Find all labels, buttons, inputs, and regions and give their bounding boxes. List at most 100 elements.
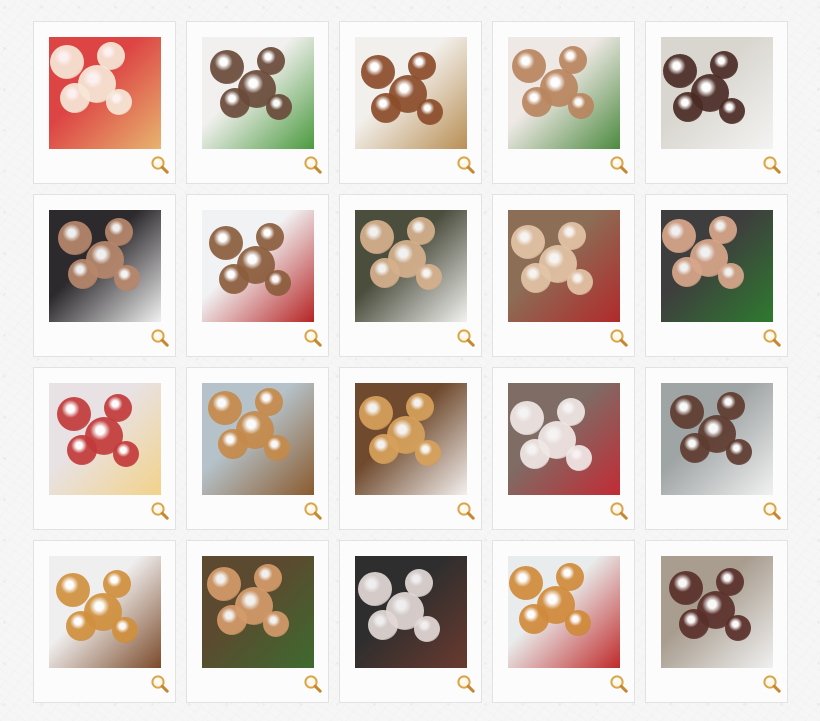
magnifier-icon[interactable] <box>303 501 323 521</box>
magnifier-icon[interactable] <box>609 155 629 175</box>
gallery-thumbnail-card[interactable] <box>33 367 176 530</box>
gallery-thumbnail-card[interactable] <box>645 540 788 703</box>
gallery-photo[interactable] <box>49 37 161 149</box>
gallery-photo[interactable] <box>508 383 620 495</box>
gallery-thumbnail-card[interactable] <box>186 21 329 184</box>
magnifier-icon[interactable] <box>303 155 323 175</box>
magnifier-icon[interactable] <box>150 328 170 348</box>
magnifier-icon[interactable] <box>150 155 170 175</box>
photo-gallery-grid <box>33 21 790 705</box>
gallery-thumbnail-card[interactable] <box>33 194 176 357</box>
photo-detail <box>673 92 703 122</box>
photo-detail <box>718 263 744 289</box>
magnifier-icon[interactable] <box>609 674 629 694</box>
photo-detail <box>662 219 696 253</box>
gallery-thumbnail-card[interactable] <box>645 367 788 530</box>
gallery-thumbnail-card[interactable] <box>339 194 482 357</box>
photo-detail <box>512 49 546 83</box>
photo-detail <box>522 87 552 117</box>
photo-detail <box>556 563 584 591</box>
gallery-thumbnail-card[interactable] <box>186 367 329 530</box>
gallery-thumbnail-card[interactable] <box>339 367 482 530</box>
photo-detail <box>568 93 594 119</box>
gallery-thumbnail-card[interactable] <box>33 540 176 703</box>
magnifier-icon[interactable] <box>762 155 782 175</box>
photo-detail <box>719 98 745 124</box>
gallery-thumbnail-card[interactable] <box>492 367 635 530</box>
magnifier-icon[interactable] <box>456 328 476 348</box>
magnifier-icon[interactable] <box>609 328 629 348</box>
magnifier-icon[interactable] <box>150 501 170 521</box>
gallery-photo[interactable] <box>355 210 467 322</box>
photo-detail <box>679 609 709 639</box>
photo-detail <box>254 564 282 592</box>
gallery-thumbnail-card[interactable] <box>339 540 482 703</box>
gallery-photo[interactable] <box>355 556 467 668</box>
gallery-thumbnail-card[interactable] <box>339 21 482 184</box>
gallery-photo[interactable] <box>661 556 773 668</box>
photo-detail <box>565 610 591 636</box>
magnifier-icon[interactable] <box>762 674 782 694</box>
photo-detail <box>709 216 737 244</box>
magnifier-icon[interactable] <box>456 155 476 175</box>
photo-detail <box>510 401 544 435</box>
photo-detail <box>114 265 140 291</box>
photo-detail <box>672 257 702 287</box>
photo-detail <box>370 258 400 288</box>
photo-detail <box>669 571 703 605</box>
gallery-thumbnail-card[interactable] <box>645 21 788 184</box>
gallery-photo[interactable] <box>202 210 314 322</box>
photo-detail <box>670 395 704 429</box>
photo-detail <box>680 433 710 463</box>
gallery-photo[interactable] <box>49 210 161 322</box>
photo-detail <box>726 439 752 465</box>
gallery-photo[interactable] <box>661 37 773 149</box>
gallery-photo[interactable] <box>508 37 620 149</box>
gallery-thumbnail-card[interactable] <box>186 194 329 357</box>
photo-detail <box>566 445 592 471</box>
photo-detail <box>360 220 394 254</box>
photo-detail <box>209 226 243 260</box>
magnifier-icon[interactable] <box>456 501 476 521</box>
photo-detail <box>219 264 249 294</box>
magnifier-icon[interactable] <box>456 674 476 694</box>
magnifier-icon[interactable] <box>150 674 170 694</box>
gallery-photo[interactable] <box>49 556 161 668</box>
photo-detail <box>361 55 395 89</box>
gallery-thumbnail-card[interactable] <box>492 540 635 703</box>
gallery-photo[interactable] <box>661 383 773 495</box>
gallery-photo[interactable] <box>202 556 314 668</box>
gallery-photo[interactable] <box>508 210 620 322</box>
gallery-photo[interactable] <box>661 210 773 322</box>
gallery-photo[interactable] <box>202 383 314 495</box>
magnifier-icon[interactable] <box>303 328 323 348</box>
photo-detail <box>511 225 545 259</box>
photo-detail <box>407 217 435 245</box>
photo-detail <box>104 394 132 422</box>
photo-detail <box>371 93 401 123</box>
gallery-thumbnail-card[interactable] <box>645 194 788 357</box>
photo-detail <box>557 398 585 426</box>
gallery-photo[interactable] <box>202 37 314 149</box>
gallery-thumbnail-card[interactable] <box>33 21 176 184</box>
photo-detail <box>519 604 549 634</box>
photo-detail <box>408 52 436 80</box>
gallery-photo[interactable] <box>49 383 161 495</box>
magnifier-icon[interactable] <box>762 328 782 348</box>
gallery-thumbnail-card[interactable] <box>186 540 329 703</box>
gallery-thumbnail-card[interactable] <box>492 194 635 357</box>
photo-detail <box>218 429 248 459</box>
photo-detail <box>57 397 91 431</box>
photo-detail <box>60 83 90 113</box>
photo-detail <box>405 569 433 597</box>
photo-detail <box>68 259 98 289</box>
gallery-photo[interactable] <box>355 383 467 495</box>
magnifier-icon[interactable] <box>303 674 323 694</box>
gallery-thumbnail-card[interactable] <box>492 21 635 184</box>
magnifier-icon[interactable] <box>762 501 782 521</box>
gallery-photo[interactable] <box>355 37 467 149</box>
photo-detail <box>415 440 441 466</box>
photo-detail <box>509 566 543 600</box>
gallery-photo[interactable] <box>508 556 620 668</box>
magnifier-icon[interactable] <box>609 501 629 521</box>
